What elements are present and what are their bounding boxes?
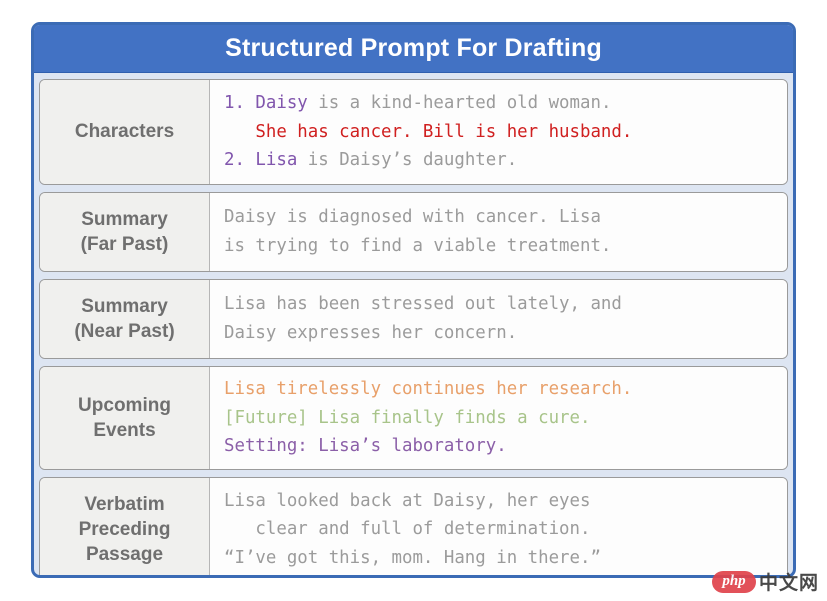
prompt-rows-container: Characters 1. Daisy is a kind-hearted old… bbox=[34, 73, 793, 575]
text-span: Lisa tirelessly continues her research. bbox=[224, 379, 633, 400]
row-label-line: Preceding bbox=[78, 518, 171, 540]
text-span: Daisy expresses her concern. bbox=[224, 323, 518, 343]
row-content-characters: 1. Daisy is a kind-hearted old woman. Sh… bbox=[210, 80, 787, 184]
content-line: 1. Daisy is a kind-hearted old woman. bbox=[224, 89, 775, 118]
row-content-summary-far-past: Daisy is diagnosed with cancer. Lisa is t… bbox=[210, 193, 787, 271]
text-span: [Future] Lisa finally finds a cure. bbox=[224, 407, 591, 428]
row-content-verbatim-preceding-passage: Lisa looked back at Daisy, her eyes clea… bbox=[210, 478, 787, 575]
text-span: Lisa looked back at Daisy, her eyes bbox=[224, 490, 591, 511]
content-line: [Future] Lisa finally finds a cure. bbox=[224, 404, 775, 433]
content-line: clear and full of determination. bbox=[224, 515, 775, 544]
structured-prompt-panel: Structured Prompt For Drafting Character… bbox=[31, 22, 796, 578]
text-span: “I’ve got this, mom. Hang in there.” bbox=[224, 547, 601, 568]
text-span: Daisy is diagnosed with cancer. Lisa bbox=[224, 207, 601, 228]
prompt-row-summary-near-past: Summary (Near Past) Lisa has been stressed… bbox=[39, 279, 788, 359]
row-label-verbatim-preceding-passage: Verbatim Preceding Passage bbox=[40, 478, 210, 575]
row-content-summary-near-past: Lisa has been stressed out lately, and Da… bbox=[210, 280, 787, 358]
panel-title-bar: Structured Prompt For Drafting bbox=[34, 25, 793, 73]
row-label-summary-far-past: Summary (Far Past) bbox=[40, 193, 210, 271]
row-label-line: Upcoming bbox=[78, 394, 171, 416]
text-span: is a kind-hearted old woman. bbox=[307, 93, 612, 114]
text-span: is Daisy’s daughter. bbox=[297, 150, 518, 171]
prompt-row-summary-far-past: Summary (Far Past) Daisy is diagnosed with… bbox=[39, 192, 788, 272]
page-title: Structured Prompt For Drafting bbox=[225, 34, 602, 62]
row-label-line: Summary bbox=[81, 295, 168, 317]
prompt-row-upcoming-events: Upcoming Events Lisa tirelessly continues … bbox=[39, 366, 788, 470]
text-span: Daisy bbox=[255, 93, 308, 114]
content-line: Daisy expresses her concern. bbox=[224, 319, 775, 348]
row-label-line: (Far Past) bbox=[80, 234, 169, 255]
content-line: Daisy is diagnosed with cancer. Lisa bbox=[224, 203, 775, 232]
content-line: 2. Lisa is Daisy’s daughter. bbox=[224, 146, 775, 175]
content-line: Lisa looked back at Daisy, her eyes bbox=[224, 487, 775, 516]
text-span: 2. bbox=[224, 150, 256, 171]
prompt-row-characters: Characters 1. Daisy is a kind-hearted old… bbox=[39, 79, 788, 185]
text-span: Lisa has been stressed out lately, and bbox=[224, 294, 622, 315]
row-content-upcoming-events: Lisa tirelessly continues her research. [… bbox=[210, 367, 787, 469]
content-line: is trying to find a viable treatment. bbox=[224, 232, 775, 261]
row-label-line: Passage bbox=[85, 544, 164, 566]
content-line: She has cancer. Bill is her husband. bbox=[224, 118, 775, 147]
text-span: clear and full of determination. bbox=[224, 519, 591, 540]
text-span: 1. bbox=[224, 93, 256, 114]
row-label-line: Summary bbox=[81, 208, 168, 230]
row-label-summary-near-past: Summary (Near Past) bbox=[40, 280, 210, 358]
text-span: She has cancer. Bill is her husband. bbox=[224, 121, 633, 142]
prompt-row-verbatim-preceding-passage: Verbatim Preceding Passage Lisa looked back… bbox=[39, 477, 788, 575]
content-line: “I’ve got this, mom. Hang in there.” bbox=[224, 544, 775, 573]
row-label-upcoming-events: Upcoming Events bbox=[40, 367, 210, 469]
content-line: Setting: Lisa’s laboratory. bbox=[224, 432, 775, 461]
text-span: Lisa bbox=[255, 150, 298, 171]
text-span: Setting: Lisa’s laboratory. bbox=[224, 436, 507, 457]
row-label-characters: Characters bbox=[40, 80, 210, 184]
row-label-line: Verbatim bbox=[84, 493, 165, 515]
row-label-line: Events bbox=[93, 420, 156, 441]
content-line: Lisa has been stressed out lately, and bbox=[224, 290, 775, 319]
row-label-line: Characters bbox=[74, 121, 175, 143]
text-span: is trying to find a viable treatment. bbox=[224, 236, 612, 256]
row-label-line: (Near Past) bbox=[74, 321, 175, 342]
content-line: Lisa tirelessly continues her research. bbox=[224, 375, 775, 404]
